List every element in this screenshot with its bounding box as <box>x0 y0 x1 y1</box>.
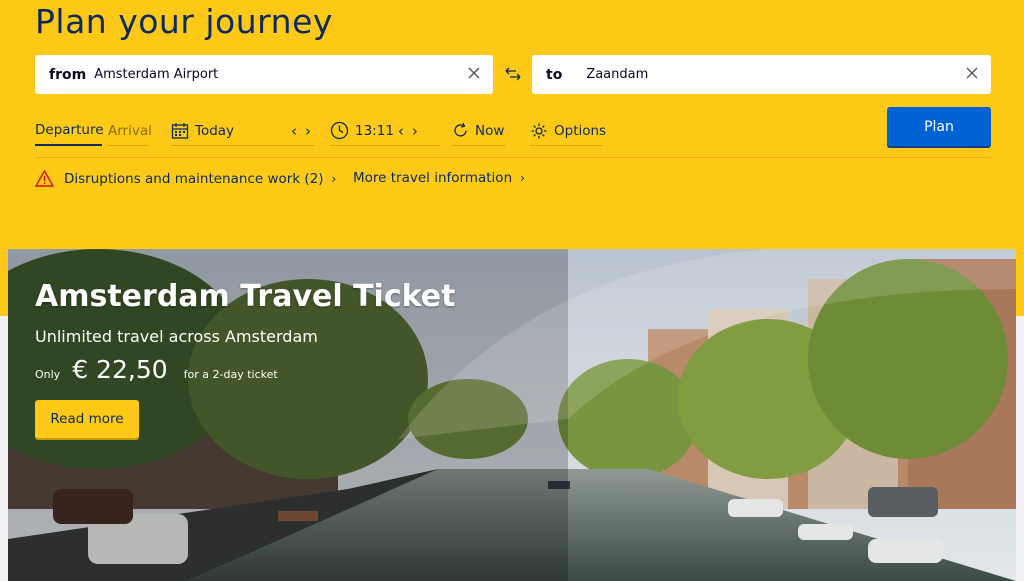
more-travel-info-label: More travel information <box>353 170 513 186</box>
now-button[interactable]: Now <box>452 116 506 146</box>
from-field[interactable]: from Amsterdam Airport <box>35 55 493 94</box>
more-travel-info-link[interactable]: More travel information › <box>353 170 525 186</box>
time-next-icon[interactable]: › <box>412 122 418 140</box>
to-value[interactable]: Zaandam <box>586 67 648 82</box>
date-prev-icon[interactable]: ‹ <box>291 122 297 140</box>
clock-icon <box>330 121 349 140</box>
tab-departure[interactable]: Departure <box>35 116 104 146</box>
date-selector[interactable]: Today ‹ › <box>171 116 315 146</box>
disruptions-label: Disruptions and maintenance work (2) <box>64 170 324 187</box>
time-selector[interactable]: 13:11 ‹ › <box>330 116 440 146</box>
date-next-icon[interactable]: › <box>305 122 311 140</box>
plan-button[interactable]: Plan <box>887 107 991 146</box>
swap-arrows-icon[interactable] <box>503 66 523 82</box>
gear-icon <box>530 122 548 140</box>
chevron-right-icon: › <box>331 171 337 186</box>
calendar-icon <box>171 122 189 140</box>
hero-price: Only € 22,50 for a 2-day ticket <box>35 355 278 384</box>
tab-arrival[interactable]: Arrival <box>108 116 152 146</box>
date-value: Today <box>195 122 235 139</box>
options-button[interactable]: Options <box>530 116 607 146</box>
price-amount: € 22,50 <box>72 355 168 384</box>
hero-banner[interactable]: Amsterdam Travel Ticket Unlimited travel… <box>8 249 1016 581</box>
price-prefix: Only <box>35 368 61 381</box>
page-title: Plan your journey <box>35 2 333 41</box>
divider <box>35 157 991 158</box>
warning-icon <box>35 170 54 187</box>
hero-subtitle: Unlimited travel across Amsterdam <box>35 327 318 346</box>
time-value: 13:11 <box>355 122 394 139</box>
disruptions-link[interactable]: Disruptions and maintenance work (2) › <box>35 170 336 187</box>
clear-to-icon[interactable] <box>965 67 979 81</box>
refresh-icon <box>452 122 469 139</box>
to-label: to <box>546 66 563 83</box>
from-label: from <box>49 66 87 83</box>
price-note: for a 2-day ticket <box>183 368 278 381</box>
clear-from-icon[interactable] <box>467 67 481 81</box>
chevron-right-icon: › <box>520 171 525 185</box>
hero-title: Amsterdam Travel Ticket <box>35 279 456 314</box>
read-more-button[interactable]: Read more <box>35 400 139 438</box>
time-prev-icon[interactable]: ‹ <box>398 122 404 140</box>
options-label: Options <box>554 122 607 139</box>
to-field[interactable]: to Zaandam <box>532 55 991 94</box>
now-label: Now <box>475 122 505 139</box>
from-value[interactable]: Amsterdam Airport <box>94 67 218 82</box>
